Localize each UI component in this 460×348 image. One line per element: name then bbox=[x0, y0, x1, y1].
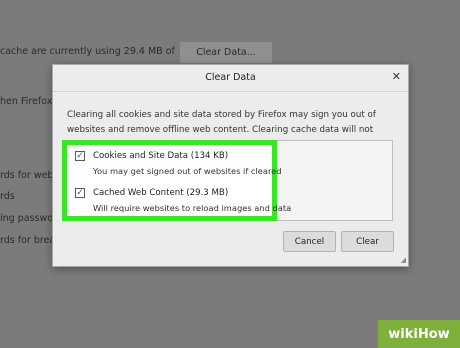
logo-wiki-text: wiki bbox=[388, 326, 418, 342]
dialog-title: Clear Data bbox=[205, 72, 256, 83]
storage-usage-text: cache are currently using 29.4 MB of bbox=[0, 46, 175, 57]
logo-how-text: How bbox=[417, 326, 450, 342]
cancel-button[interactable]: Cancel bbox=[283, 231, 336, 252]
checkbox-cookies[interactable]: ✓ bbox=[75, 151, 85, 161]
close-icon[interactable]: ✕ bbox=[392, 70, 401, 84]
resize-grip-icon[interactable]: ◢ bbox=[401, 256, 406, 264]
options-highlight: ✓ Cookies and Site Data (134 KB) You may… bbox=[62, 140, 291, 221]
clear-button[interactable]: Clear bbox=[341, 231, 394, 252]
clear-data-button[interactable]: Clear Data... bbox=[179, 41, 273, 64]
dialog-titlebar: Clear Data ✕ bbox=[53, 65, 408, 92]
passwords-setting-text-2: rds bbox=[0, 191, 15, 202]
checkbox-cache[interactable]: ✓ bbox=[75, 188, 85, 198]
passwords-setting-text-3: ing passwor bbox=[0, 213, 57, 224]
cache-option-subtext: Will require websites to reload images a… bbox=[93, 203, 292, 213]
cookies-option-subtext: You may get signed out of websites if cl… bbox=[93, 166, 282, 176]
cache-option-label: Cached Web Content (29.3 MB) bbox=[93, 188, 229, 198]
wikihow-logo: wiki How bbox=[378, 320, 460, 348]
cookies-option-label: Cookies and Site Data (134 KB) bbox=[93, 151, 229, 161]
clear-data-dialog: Clear Data ✕ Clearing all cookies and si… bbox=[52, 64, 409, 267]
